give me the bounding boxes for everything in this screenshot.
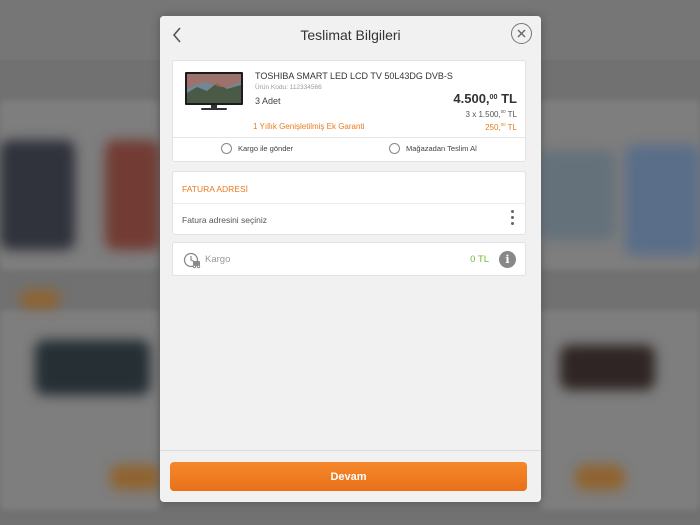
product-quantity: 3 Adet [255,96,281,106]
invoice-address-title: FATURA ADRESİ [182,184,248,194]
extended-warranty-label: 1 Yıllık Genişletilmiş Ek Garanti [253,122,365,131]
divider [173,137,525,138]
store-pickup-radio[interactable]: Mağazadan Teslim Al [389,143,477,154]
shipping-cost-row: Kargo 0 TL i [172,242,526,276]
modal-title: Teslimat Bilgileri [300,27,401,43]
product-code: Ürün Kodu: 112334566 [255,84,322,91]
warranty-price-currency: TL [505,123,517,132]
product-total-price: 4.500,00 TL [453,91,517,106]
price-main: 4.500, [453,91,490,106]
radio-label: Kargo ile gönder [238,144,294,153]
radio-circle-icon [221,143,232,154]
info-icon[interactable]: i [499,251,516,268]
product-name: TOSHIBA SMART LED LCD TV 50L43DG DVB-S [255,71,453,81]
ship-by-cargo-radio[interactable]: Kargo ile gönder [221,143,293,154]
modal-header: Teslimat Bilgileri [160,16,541,52]
close-icon [517,29,526,38]
footer-divider [160,450,541,451]
more-options-icon[interactable] [509,210,515,228]
unit-price: 3 x 1.500,00 TL [466,109,517,119]
price-cents: 00 [489,93,498,101]
divider [173,203,525,204]
unit-price-main: 3 x 1.500, [465,110,501,119]
shipping-label: Kargo [205,254,231,265]
radio-circle-icon [389,143,400,154]
warranty-price-main: 250, [485,123,501,132]
shipping-clock-icon [183,252,201,269]
invoice-address-card: FATURA ADRESİ Fatura adresini seçiniz [172,171,526,235]
tv-product-image [185,72,243,110]
product-card: TOSHIBA SMART LED LCD TV 50L43DG DVB-S Ü… [172,60,526,162]
warranty-price: 250,00 TL [485,122,517,132]
shipping-cost-value: 0 TL [470,254,489,265]
price-currency: TL [497,91,517,106]
unit-price-currency: TL [505,110,517,119]
invoice-address-select[interactable]: Fatura adresini seçiniz [182,215,267,225]
delivery-info-modal: Teslimat Bilgileri TOSHIBA SMART LED LCD… [160,16,541,502]
close-button[interactable] [511,23,532,44]
continue-button[interactable]: Devam [170,462,527,491]
radio-label: Mağazadan Teslim Al [406,144,477,153]
